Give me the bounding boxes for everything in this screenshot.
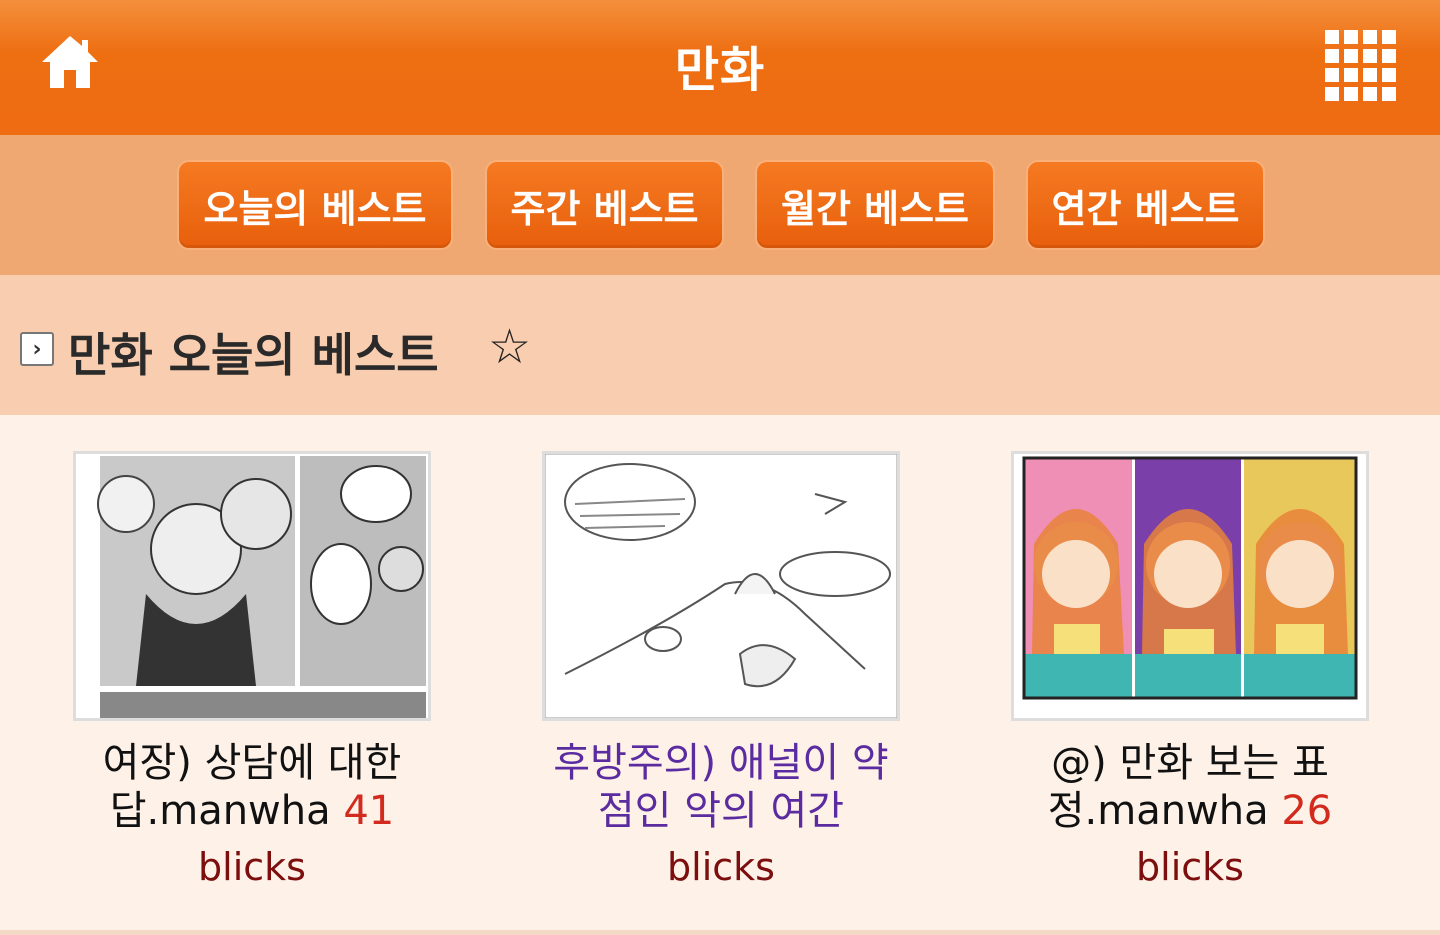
section-header: › 만화 오늘의 베스트 ☆	[0, 275, 1440, 415]
author-name: blicks	[667, 845, 775, 889]
comic-title[interactable]: 여장) 상담에 대한 답.manwha 41	[73, 739, 431, 835]
section-title: 만화 오늘의 베스트	[68, 328, 439, 382]
tab-weekly-best[interactable]: 주간 베스트	[485, 160, 724, 250]
star-icon[interactable]: ☆	[488, 319, 531, 375]
list-item[interactable]: 후방주의) 애널이 약점인 악의 여간 blicks	[542, 451, 900, 889]
comic-thumbnail[interactable]	[73, 451, 431, 721]
tab-yearly-best[interactable]: 연간 베스트	[1026, 160, 1265, 250]
top-bar: 만화	[0, 0, 1440, 135]
comment-count: 41	[343, 788, 395, 834]
author-name: blicks	[198, 845, 306, 889]
best-tabs-bar: 오늘의 베스트 주간 베스트 월간 베스트 연간 베스트	[0, 135, 1440, 275]
divider	[0, 930, 1440, 935]
tab-monthly-best[interactable]: 월간 베스트	[755, 160, 995, 250]
comment-count: 26	[1281, 788, 1333, 834]
comic-list: 여장) 상담에 대한 답.manwha 41 blicks 후방주의) 애널이 …	[0, 415, 1440, 935]
page-title: 만화	[674, 42, 766, 98]
grid-menu-icon[interactable]	[1325, 30, 1397, 102]
comic-thumbnail[interactable]	[542, 451, 900, 721]
list-item[interactable]: @) 만화 보는 표정.manwha 26 blicks	[1011, 451, 1369, 889]
comic-thumbnail[interactable]	[1011, 451, 1369, 721]
list-item[interactable]: 여장) 상담에 대한 답.manwha 41 blicks	[73, 451, 431, 889]
chevron-right-icon: ›	[20, 332, 54, 366]
author-name: blicks	[1136, 845, 1244, 889]
comic-title[interactable]: @) 만화 보는 표정.manwha 26	[1011, 739, 1369, 835]
comic-title[interactable]: 후방주의) 애널이 약점인 악의 여간	[542, 739, 900, 835]
tab-today-best[interactable]: 오늘의 베스트	[177, 160, 453, 250]
